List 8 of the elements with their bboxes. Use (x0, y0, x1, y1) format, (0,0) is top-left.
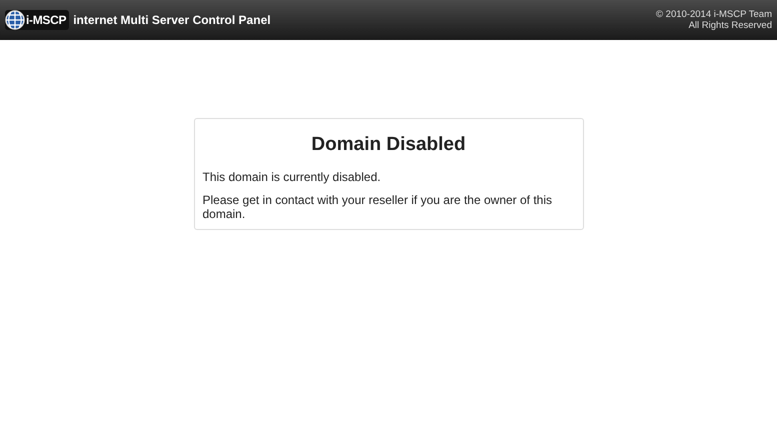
panel-title: internet Multi Server Control Panel (73, 12, 271, 29)
copyright-text: © 2010-2014 i-MSCP Team (656, 9, 772, 20)
message-title: Domain Disabled (310, 133, 467, 157)
logo-text: i-MSCP (26, 12, 66, 29)
message-text: This domain is currently disabled. (202, 170, 382, 184)
globe-icon (5, 10, 25, 30)
message-text: Please get in contact with your reseller if you are the owner of this domain. (202, 192, 554, 220)
rights-text: All Rights Reserved (688, 20, 772, 31)
